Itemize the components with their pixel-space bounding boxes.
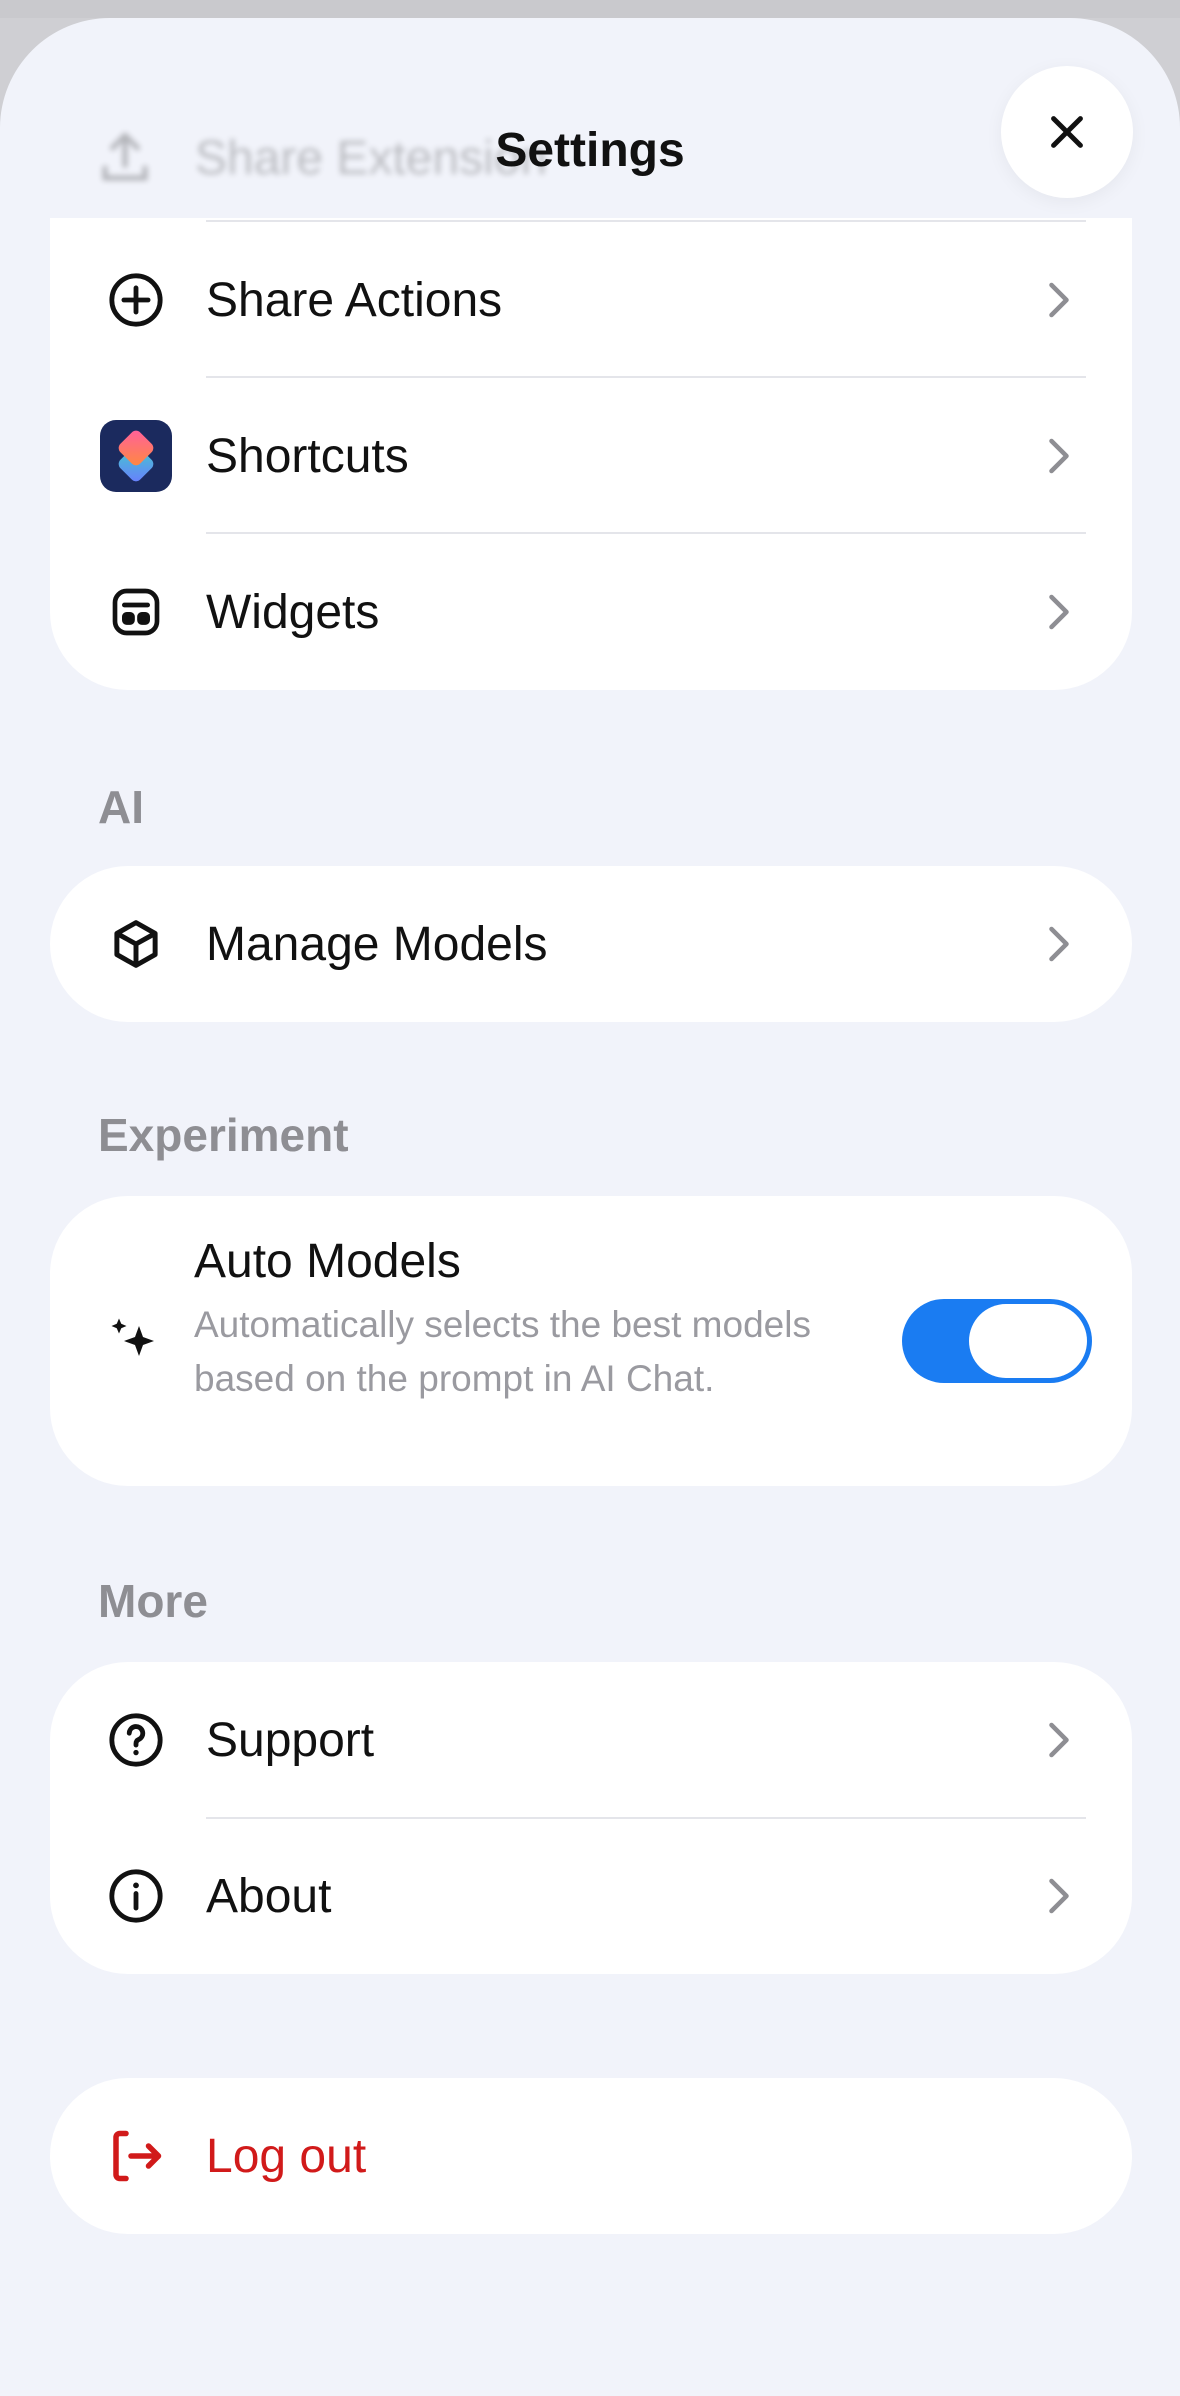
shortcuts-app-icon xyxy=(100,420,172,492)
integrations-card: Share Actions Shortcuts Widgets xyxy=(50,218,1132,690)
chevron-right-icon xyxy=(1049,1878,1069,1914)
row-label: About xyxy=(206,1869,332,1923)
auto-models-description: Automatically selects the best models ba… xyxy=(194,1304,811,1399)
row-share-actions[interactable]: Share Actions xyxy=(50,222,1132,378)
ai-card: Manage Models xyxy=(50,866,1132,1022)
chevron-right-icon xyxy=(1049,1722,1069,1758)
auto-models-toggle[interactable] xyxy=(902,1299,1092,1383)
row-label: Support xyxy=(206,1713,375,1767)
section-label-experiment: Experiment xyxy=(98,1109,349,1161)
row-label: Shortcuts xyxy=(206,429,409,483)
toggle-knob xyxy=(969,1304,1087,1378)
row-label: Widgets xyxy=(206,585,380,639)
chevron-right-icon xyxy=(1049,926,1069,962)
background-sheet-peek xyxy=(0,0,1180,18)
logout-label: Log out xyxy=(206,2129,367,2183)
row-auto-models: Auto Models Automatically selects the be… xyxy=(50,1196,1132,1486)
logout-icon xyxy=(100,2120,172,2192)
cube-icon xyxy=(100,908,172,980)
section-label-more: More xyxy=(98,1575,208,1627)
row-label: Share Actions xyxy=(206,273,503,327)
plus-circle-icon xyxy=(100,264,172,336)
row-about[interactable]: About xyxy=(50,1818,1132,1974)
row-shortcuts[interactable]: Shortcuts xyxy=(50,378,1132,534)
chevron-right-icon xyxy=(1049,282,1069,318)
question-circle-icon xyxy=(100,1704,172,1776)
row-manage-models[interactable]: Manage Models xyxy=(50,866,1132,1022)
logout-button[interactable]: Log out xyxy=(50,2078,1132,2234)
row-widgets[interactable]: Widgets xyxy=(50,534,1132,690)
experiment-card: Auto Models Automatically selects the be… xyxy=(50,1196,1132,1486)
info-circle-icon xyxy=(100,1860,172,1932)
widget-icon xyxy=(100,576,172,648)
chevron-right-icon xyxy=(1049,438,1069,474)
chevron-right-icon xyxy=(1049,594,1069,630)
settings-sheet: Share Extension Settings Share Actions S… xyxy=(0,18,1180,2396)
row-support[interactable]: Support xyxy=(50,1662,1132,1818)
auto-models-title: Auto Models xyxy=(194,1235,461,1288)
logout-card: Log out xyxy=(50,2078,1132,2234)
row-label: Manage Models xyxy=(206,917,548,971)
sheet-header: Settings xyxy=(0,18,1180,238)
close-button[interactable] xyxy=(1001,66,1133,198)
auto-models-text: Auto Models Automatically selects the be… xyxy=(194,1232,874,1406)
section-label-ai: AI xyxy=(98,781,144,833)
more-card: Support About xyxy=(50,1662,1132,1974)
sparkles-icon xyxy=(98,1305,170,1377)
close-icon xyxy=(1051,116,1083,148)
